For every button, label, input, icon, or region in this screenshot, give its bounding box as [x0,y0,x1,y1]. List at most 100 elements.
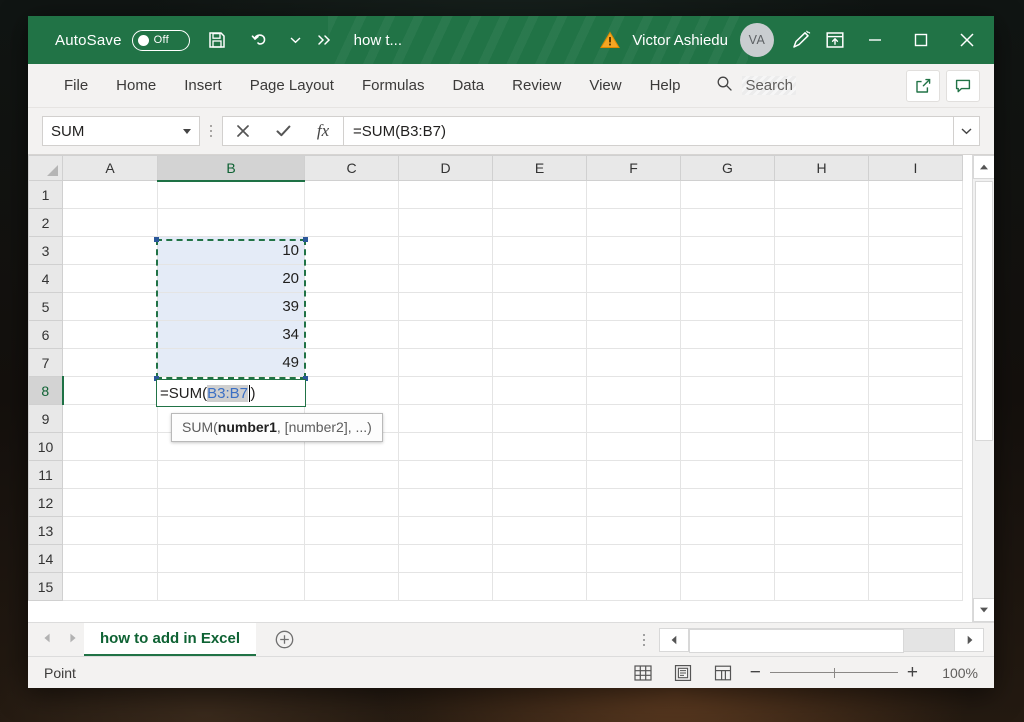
expand-formula-bar-chevron-down-icon[interactable] [954,116,980,146]
vertical-scroll-thumb[interactable] [974,181,993,441]
cell-d4[interactable] [398,264,493,293]
cell-a7[interactable] [62,348,158,377]
cell-d11[interactable] [398,460,493,489]
cell-g8[interactable] [680,376,775,405]
cell-g7[interactable] [680,348,775,377]
horizontal-scroll-track[interactable] [689,627,954,653]
cell-c2[interactable] [304,208,399,237]
cell-editor[interactable]: =SUM(B3:B7) [156,379,306,407]
cell-h13[interactable] [774,516,869,545]
cell-d15[interactable] [398,572,493,601]
cell-e3[interactable] [492,236,587,265]
cell-d5[interactable] [398,292,493,321]
ribbon-display-options-icon[interactable] [818,23,852,57]
cell-c7[interactable] [304,348,399,377]
cell-b5[interactable]: 39 [157,292,305,321]
row-header-6[interactable]: 6 [28,320,63,349]
cell-i3[interactable] [868,236,963,265]
avatar[interactable]: VA [740,23,774,57]
cell-c11[interactable] [304,460,399,489]
cell-b6[interactable]: 34 [157,320,305,349]
page-break-view-icon[interactable] [710,662,736,684]
cell-e6[interactable] [492,320,587,349]
scroll-down-arrow-icon[interactable] [972,598,994,622]
cell-h11[interactable] [774,460,869,489]
horizontal-scrollbar[interactable] [659,623,994,656]
cell-i4[interactable] [868,264,963,293]
sheet-prev-arrow-left-icon[interactable] [42,631,53,649]
hscroll-right-arrow-right-icon[interactable] [954,627,984,652]
cell-i13[interactable] [868,516,963,545]
cell-b3[interactable]: 10 [157,236,305,265]
cell-i12[interactable] [868,488,963,517]
tab-data[interactable]: Data [438,71,498,100]
cell-e4[interactable] [492,264,587,293]
cell-e12[interactable] [492,488,587,517]
cell-g11[interactable] [680,460,775,489]
cancel-x-icon[interactable] [223,117,263,145]
cell-f6[interactable] [586,320,681,349]
cell-c4[interactable] [304,264,399,293]
cell-b7[interactable]: 49 [157,348,305,377]
maximize-icon[interactable] [898,16,944,64]
vertical-scrollbar[interactable] [972,155,994,622]
cell-f15[interactable] [586,572,681,601]
zoom-slider[interactable]: − + [750,663,918,682]
tab-split-grip[interactable] [629,633,659,646]
cell-c12[interactable] [304,488,399,517]
cell-g9[interactable] [680,404,775,433]
row-header-7[interactable]: 7 [28,348,63,377]
cell-a8[interactable] [62,376,158,405]
cell-f3[interactable] [586,236,681,265]
cell-e13[interactable] [492,516,587,545]
cell-d13[interactable] [398,516,493,545]
minimize-icon[interactable] [852,16,898,64]
cell-i9[interactable] [868,404,963,433]
horizontal-scroll-thumb[interactable] [689,628,904,653]
row-header-3[interactable]: 3 [28,236,63,265]
cell-e1[interactable] [492,180,587,209]
name-box[interactable]: SUM [42,116,200,146]
zoom-slider-thumb[interactable] [833,667,836,678]
zoom-out-icon[interactable]: − [750,663,761,682]
cell-g13[interactable] [680,516,775,545]
cell-h15[interactable] [774,572,869,601]
cell-g1[interactable] [680,180,775,209]
tab-insert[interactable]: Insert [170,71,236,100]
close-icon[interactable] [944,16,990,64]
cell-i10[interactable] [868,432,963,461]
row-header-9[interactable]: 9 [28,404,63,433]
cell-f5[interactable] [586,292,681,321]
cell-e5[interactable] [492,292,587,321]
cell-b12[interactable] [157,488,305,517]
page-layout-view-icon[interactable] [670,662,696,684]
cell-f9[interactable] [586,404,681,433]
row-header-10[interactable]: 10 [28,432,63,461]
column-header-e[interactable]: E [492,155,587,181]
cell-f1[interactable] [586,180,681,209]
add-sheet-plus-circle-icon[interactable] [256,623,313,656]
cell-b13[interactable] [157,516,305,545]
cell-h4[interactable] [774,264,869,293]
row-header-13[interactable]: 13 [28,516,63,545]
cell-f13[interactable] [586,516,681,545]
tab-help[interactable]: Help [636,71,695,100]
cell-c6[interactable] [304,320,399,349]
cell-d1[interactable] [398,180,493,209]
cell-i11[interactable] [868,460,963,489]
name-box-chevron-down-icon[interactable] [183,128,191,134]
cell-a15[interactable] [62,572,158,601]
tab-review[interactable]: Review [498,71,575,100]
undo-icon[interactable] [244,23,278,57]
cell-d3[interactable] [398,236,493,265]
zoom-slider-track[interactable] [769,667,898,678]
cell-d12[interactable] [398,488,493,517]
cell-g12[interactable] [680,488,775,517]
cell-a10[interactable] [62,432,158,461]
cell-b4[interactable]: 20 [157,264,305,293]
cell-h12[interactable] [774,488,869,517]
column-header-a[interactable]: A [62,155,158,181]
cell-d6[interactable] [398,320,493,349]
column-header-d[interactable]: D [398,155,493,181]
cell-d10[interactable] [398,432,493,461]
